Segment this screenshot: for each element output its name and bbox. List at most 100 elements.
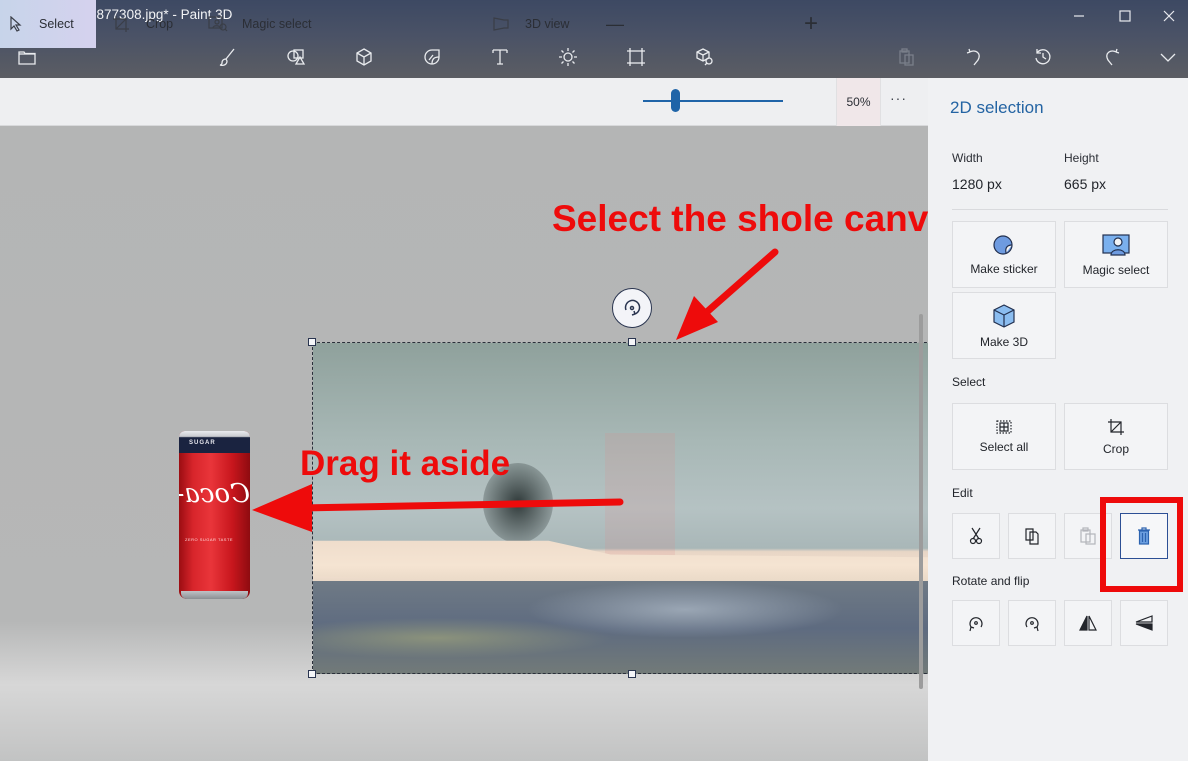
zoom-in-button[interactable]: + [796, 0, 826, 48]
chevron-down-icon [1160, 53, 1176, 62]
undo-icon [966, 48, 980, 66]
rotate-right-icon [1025, 617, 1039, 632]
height-label: Height [1064, 151, 1099, 165]
height-value[interactable]: 665 px [1064, 176, 1106, 192]
crop-label: Crop [1102, 441, 1129, 456]
paste-icon [899, 48, 914, 66]
ribbon-crop-button[interactable]: Crop [104, 0, 194, 48]
resize-handle-bottom[interactable] [628, 670, 636, 678]
crop-icon [1108, 418, 1124, 435]
redo-icon [1106, 48, 1120, 66]
image-detail [313, 581, 928, 674]
zoom-percentage[interactable]: 50% [836, 78, 881, 126]
expand-toolbar-button[interactable] [1151, 42, 1185, 72]
coke-can-object[interactable]: SUGAR Coca-Cola ZERO SUGAR TASTE [179, 431, 250, 599]
zoom-slider-track[interactable] [643, 100, 783, 102]
crop-button[interactable]: Crop [1064, 403, 1168, 470]
sun-effects-icon [559, 48, 577, 66]
width-label: Width [952, 151, 983, 165]
magic-select-icon [208, 16, 228, 32]
sticker-icon [424, 49, 440, 65]
annotation-drag-aside: Drag it aside [300, 444, 511, 483]
select-all-label: Select all [979, 439, 1029, 454]
width-value[interactable]: 1280 px [952, 176, 1002, 192]
cursor-arrow-icon [10, 16, 22, 32]
close-button[interactable] [1146, 0, 1188, 32]
toolbar-paste-button[interactable] [890, 42, 924, 72]
tool-stickers[interactable] [415, 42, 449, 72]
resize-handle-top[interactable] [628, 338, 636, 346]
zoom-out-button[interactable]: — [600, 0, 630, 48]
tool-3d-shapes[interactable] [347, 42, 381, 72]
select-all-button[interactable]: Select all [952, 403, 1056, 470]
flip-vertical-icon [1135, 615, 1153, 631]
vertical-scrollbar[interactable] [919, 314, 923, 689]
ribbon [0, 78, 928, 126]
3d-cube-icon [993, 303, 1015, 328]
flip-vertical-button[interactable] [1120, 600, 1168, 646]
ribbon-magic-select-label: Magic select [242, 17, 312, 31]
sticker-icon [993, 234, 1013, 255]
paste-icon [1080, 527, 1096, 545]
close-icon [1163, 10, 1175, 22]
rotate-flip-section-label: Rotate and flip [952, 574, 1030, 588]
3d-library-icon [696, 48, 713, 66]
copy-button[interactable] [1008, 513, 1056, 559]
maximize-icon [1119, 10, 1131, 22]
plus-icon: + [803, 10, 818, 37]
resize-handle-top-left[interactable] [308, 338, 316, 346]
select-section-label: Select [952, 375, 986, 389]
minimize-button[interactable] [1056, 0, 1102, 32]
can-logo: Coca-Cola [179, 479, 250, 509]
rotate-right-button[interactable] [1008, 600, 1056, 646]
trash-icon [1138, 527, 1150, 545]
history-icon [1035, 49, 1051, 65]
rotate-left-button[interactable] [952, 600, 1000, 646]
annotation-select-canvas: Select the shole canvas [552, 198, 928, 239]
magic-select-button[interactable]: Magic select [1064, 221, 1168, 288]
magic-select-icon [1102, 233, 1130, 256]
minus-icon: — [606, 13, 624, 34]
side-panel: 2D selection Width Height 1280 px 665 px… [928, 78, 1188, 761]
make-sticker-label: Make sticker [970, 261, 1038, 276]
brush-icon [219, 48, 235, 67]
paste-button[interactable] [1064, 513, 1112, 559]
zoom-slider-thumb[interactable] [670, 89, 680, 112]
panel-title: 2D selection [950, 98, 1044, 117]
ribbon-select-button[interactable]: Select [0, 0, 96, 48]
can-subtext: ZERO SUGAR TASTE [185, 537, 234, 542]
tool-3d-library[interactable] [687, 42, 721, 72]
delete-button[interactable] [1120, 513, 1168, 559]
3d-view-icon [493, 17, 509, 31]
canvas-area[interactable]: SUGAR Coca-Cola ZERO SUGAR TASTE Select … [0, 126, 928, 761]
make-3d-button[interactable]: Make 3D [952, 292, 1056, 359]
cut-button[interactable] [952, 513, 1000, 559]
redo-button[interactable] [1094, 42, 1128, 72]
rotate-icon [624, 299, 641, 316]
ribbon-3d-view-button[interactable]: 3D view [484, 0, 584, 48]
undo-button[interactable] [958, 42, 992, 72]
maximize-button[interactable] [1102, 0, 1148, 32]
rotation-handle[interactable] [612, 288, 652, 328]
flip-horizontal-button[interactable] [1064, 600, 1112, 646]
text-icon [492, 49, 508, 65]
ribbon-magic-select-button[interactable]: Magic select [200, 0, 330, 48]
image-detail [605, 433, 675, 573]
make-sticker-button[interactable]: Make sticker [952, 221, 1056, 288]
canvas-image[interactable] [313, 343, 928, 674]
crop-icon [113, 16, 129, 32]
3d-cube-icon [356, 48, 372, 66]
2d-shapes-icon [287, 49, 306, 65]
can-bottom [181, 591, 248, 599]
divider [952, 209, 1168, 210]
select-all-icon [996, 419, 1012, 434]
history-button[interactable] [1026, 42, 1060, 72]
canvas-crop-icon [627, 48, 645, 66]
magic-select-label: Magic select [1082, 262, 1150, 277]
arrow-to-selection [676, 248, 779, 340]
more-options-button[interactable]: ··· [890, 90, 907, 106]
resize-handle-bottom-left[interactable] [308, 670, 316, 678]
edit-section-label: Edit [952, 486, 973, 500]
flip-horizontal-icon [1079, 615, 1097, 631]
minimize-icon [1074, 15, 1084, 17]
